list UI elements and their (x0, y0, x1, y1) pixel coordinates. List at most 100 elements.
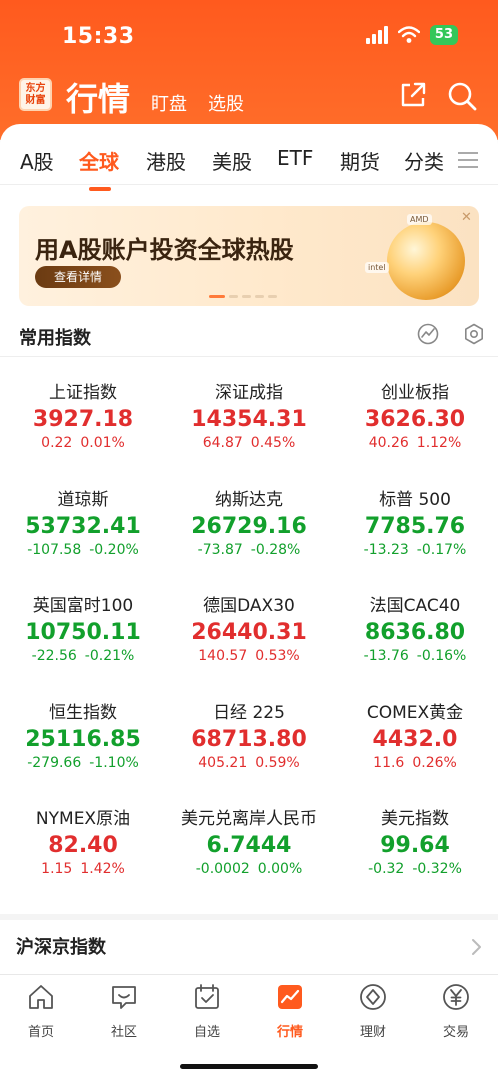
tab-futures[interactable]: 期货 (340, 146, 380, 175)
index-change-pct: -0.28% (250, 541, 301, 558)
nav-community[interactable]: 社区 (94, 983, 154, 1040)
index-change: -13.23 (363, 541, 409, 558)
battery-icon: 53 (429, 25, 458, 45)
chevron-right-icon (472, 939, 481, 955)
nav-label: 理财 (359, 1025, 386, 1040)
tab-us[interactable]: 美股 (212, 146, 252, 175)
index-change: 0.22 (41, 435, 73, 451)
index-price: 26729.16 (191, 513, 307, 539)
index-change: 405.21 (198, 754, 248, 771)
app-logo[interactable]: 东方 财富 (19, 78, 52, 111)
wealth-icon (360, 984, 386, 1010)
subsection-row[interactable]: 沪深京指数 (0, 920, 498, 974)
status-time: 15:33 (62, 24, 135, 49)
index-change-pct: 0.45% (250, 435, 296, 451)
index-change-row: 11.6 0.26% (332, 755, 498, 771)
nav-watchlist[interactable]: 自选 (177, 983, 237, 1040)
index-change-row: 40.26 1.12% (332, 435, 498, 451)
index-card[interactable]: 英国富时100 10750.11 -22.56 -0.21% (0, 591, 166, 691)
trade-icon (443, 984, 469, 1010)
promo-banner[interactable]: 用A股账户投资全球热股 查看详情 AMD intel ✕ (19, 206, 479, 306)
index-change-row: 405.21 0.59% (166, 755, 332, 771)
nav-label: 自选 (193, 1025, 220, 1040)
index-card[interactable]: 纳斯达克 26729.16 -73.87 -0.28% (166, 485, 332, 585)
tab-menu-icon[interactable] (458, 152, 478, 168)
community-icon (112, 986, 136, 1009)
index-price: 7785.76 (364, 513, 466, 539)
index-card[interactable]: 美元指数 99.64 -0.32 -0.32% (332, 804, 498, 904)
index-name: 上证指数 (49, 383, 117, 403)
index-card[interactable]: NYMEX原油 82.40 1.15 1.42% (0, 804, 166, 904)
index-change-pct: -0.17% (416, 541, 467, 558)
index-card[interactable]: 恒生指数 25116.85 -279.66 -1.10% (0, 698, 166, 798)
index-card[interactable]: 日经 225 68713.80 405.21 0.59% (166, 698, 332, 798)
index-change: 40.26 (368, 435, 409, 451)
nav-market[interactable]: 行情 (260, 983, 320, 1040)
index-card[interactable]: 法国CAC40 8636.80 -13.76 -0.16% (332, 591, 498, 691)
index-card[interactable]: 创业板指 3626.30 40.26 1.12% (332, 378, 498, 478)
index-change-row: -0.32 -0.32% (332, 861, 498, 877)
index-name: 德国DAX30 (203, 596, 295, 616)
index-card[interactable]: 美元兑离岸人民币 6.7444 -0.0002 0.00% (166, 804, 332, 904)
index-card[interactable]: COMEX黄金 4432.0 11.6 0.26% (332, 698, 498, 798)
index-price: 10750.11 (25, 620, 141, 645)
index-change-pct: -0.16% (416, 648, 467, 664)
index-change-row: 140.57 0.53% (166, 648, 332, 664)
index-price: 26440.31 (191, 620, 307, 645)
index-change-pct: 0.26% (412, 754, 457, 771)
index-change: 64.87 (202, 435, 243, 451)
market-icon (278, 985, 302, 1009)
search-icon[interactable] (446, 80, 478, 112)
index-change-row: -13.76 -0.16% (332, 648, 498, 664)
index-name: COMEX黄金 (366, 702, 464, 723)
nav-wealth[interactable]: 理财 (343, 983, 403, 1040)
index-card[interactable]: 上证指数 3927.18 0.22 0.01% (0, 378, 166, 478)
nav-trade[interactable]: 交易 (426, 983, 486, 1040)
index-change-row: -107.58 -0.20% (0, 542, 166, 558)
index-name: 英国富时100 (32, 596, 134, 616)
home-icon (29, 985, 53, 1009)
nav-link-select[interactable]: 选股 (208, 90, 244, 116)
index-card[interactable]: 德国DAX30 26440.31 140.57 0.53% (166, 591, 332, 691)
tab-active-indicator (89, 187, 111, 191)
index-price: 3927.18 (32, 407, 134, 432)
share-icon[interactable] (398, 80, 428, 110)
nav-label: 行情 (276, 1025, 303, 1040)
index-name: 道琼斯 (57, 489, 109, 510)
nav-label: 首页 (27, 1025, 54, 1040)
index-price: 4432.0 (372, 726, 458, 752)
globe-icon (387, 222, 465, 300)
index-name: 深证成指 (215, 383, 283, 403)
close-icon[interactable]: ✕ (461, 210, 472, 225)
index-card[interactable]: 深证成指 14354.31 64.87 0.45% (166, 378, 332, 478)
index-change: -13.76 (363, 648, 409, 664)
tab-etf[interactable]: ETF (277, 146, 313, 170)
index-name: 美元指数 (381, 809, 449, 829)
index-change: 1.15 (41, 861, 73, 877)
banner-title: 用A股账户投资全球热股 (35, 236, 294, 264)
index-card[interactable]: 标普 500 7785.76 -13.23 -0.17% (332, 485, 498, 585)
chart-compare-icon[interactable] (417, 323, 439, 345)
tab-a-share[interactable]: A股 (20, 146, 54, 175)
index-change-row: 1.15 1.42% (0, 861, 166, 877)
index-price: 25116.85 (25, 726, 141, 752)
index-change-pct: 0.01% (80, 435, 125, 451)
status-icons: 53 (365, 25, 458, 45)
subsection-title: 沪深京指数 (16, 937, 106, 958)
nav-link-watch[interactable]: 盯盘 (151, 90, 187, 116)
home-indicator (180, 1064, 318, 1069)
index-name: NYMEX原油 (35, 809, 131, 829)
tab-hk[interactable]: 港股 (146, 146, 186, 175)
banner-detail-button[interactable]: 查看详情 (35, 266, 121, 288)
tab-category[interactable]: 分类 (404, 146, 444, 175)
index-card[interactable]: 道琼斯 53732.41 -107.58 -0.20% (0, 485, 166, 585)
tab-global[interactable]: 全球 (79, 146, 119, 175)
index-price: 3626.30 (364, 407, 466, 432)
nav-home[interactable]: 首页 (11, 983, 71, 1040)
index-change-pct: 0.53% (255, 648, 300, 664)
wifi-icon (397, 26, 420, 43)
index-change: -107.58 (27, 541, 82, 558)
index-name: 日经 225 (213, 702, 285, 723)
settings-icon[interactable] (463, 323, 485, 345)
index-change: 11.6 (373, 754, 405, 771)
